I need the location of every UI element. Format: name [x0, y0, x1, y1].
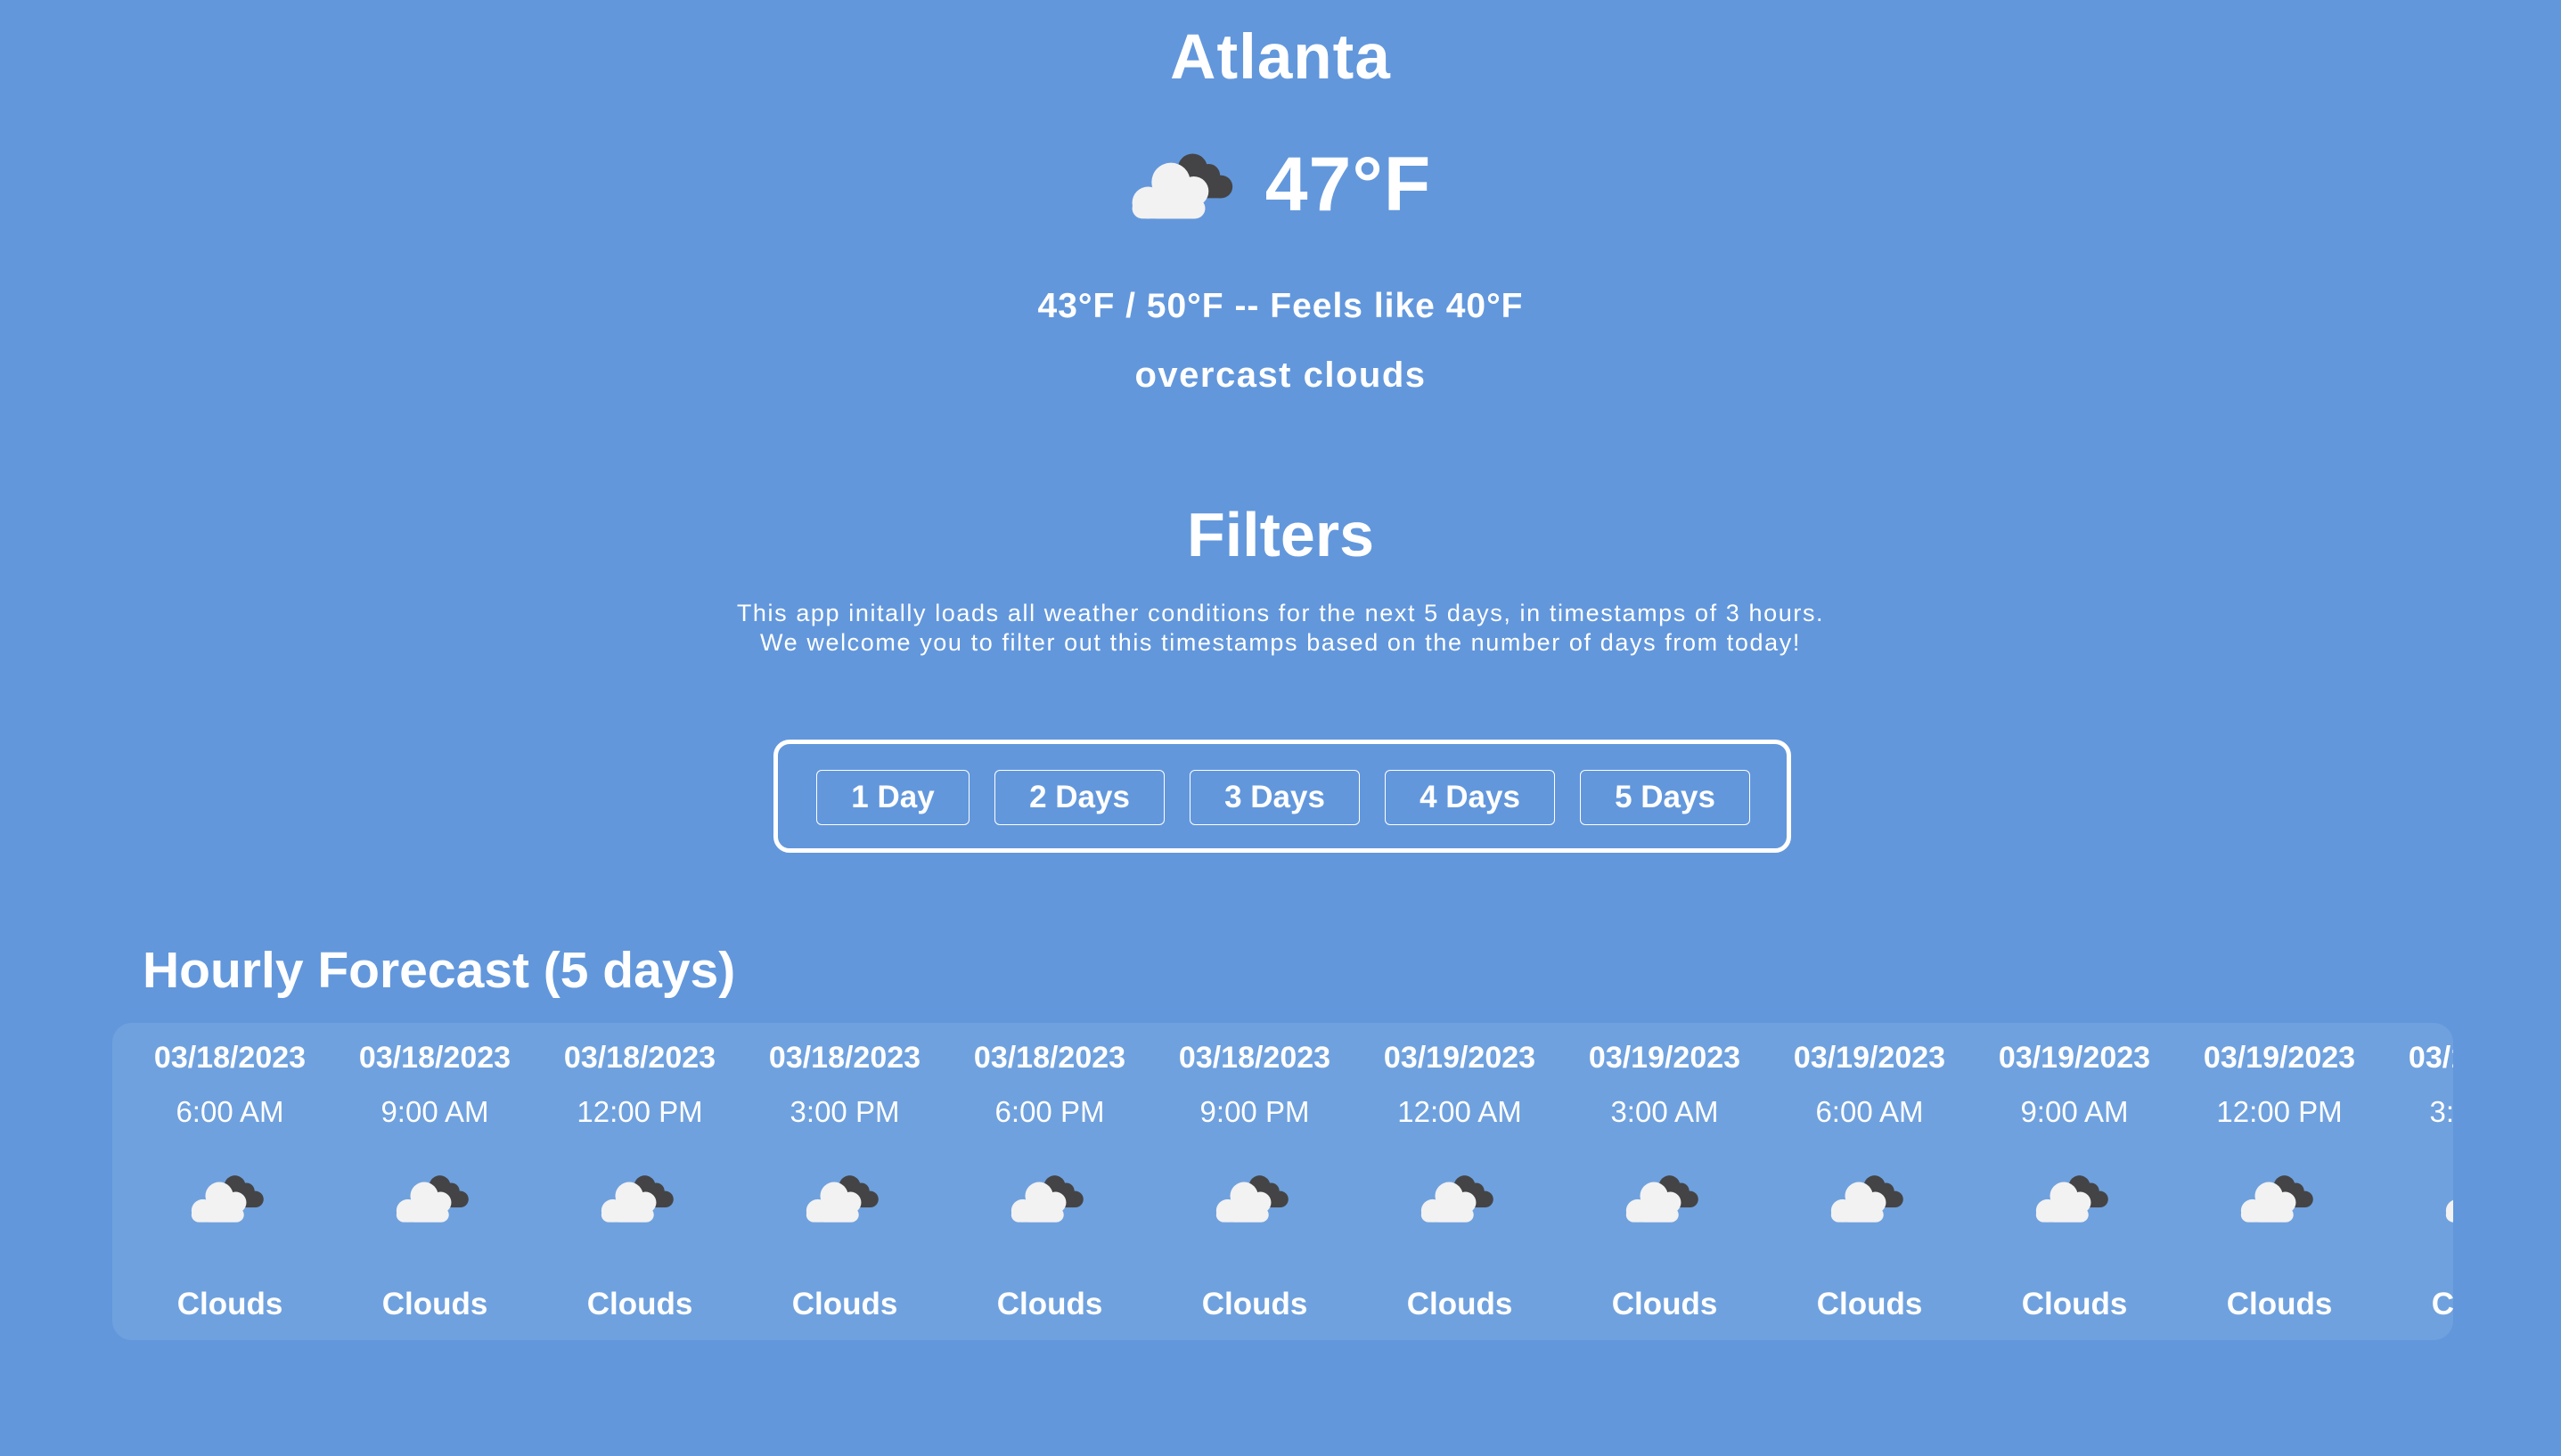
hourly-forecast-scroller[interactable]: 03/18/2023 6:00 AM Clouds 03/18/2023 9:0…: [112, 1023, 2453, 1340]
filter-3-days-button[interactable]: 3 Days: [1190, 770, 1360, 825]
forecast-condition: Clouds: [586, 1287, 693, 1321]
filter-5-days-button[interactable]: 5 Days: [1580, 770, 1750, 825]
forecast-time: 9:00 AM: [380, 1095, 489, 1128]
forecast-date: 03/18/2023: [768, 1041, 921, 1075]
forecast-date: 03/19/2023: [2408, 1041, 2453, 1075]
filter-4-days-button[interactable]: 4 Days: [1385, 770, 1555, 825]
forecast-card: 03/19/2023 12:00 PM Clouds: [2177, 1023, 2382, 1340]
filters-description: This app initally loads all weather cond…: [736, 600, 1825, 656]
overcast-clouds-icon: [601, 1175, 674, 1223]
overcast-clouds-icon: [1625, 1175, 1698, 1223]
forecast-condition: Clouds: [176, 1287, 283, 1321]
forecast-card: 03/19/2023 9:00 AM Clouds: [1972, 1023, 2177, 1340]
current-temperature: 47°F: [1264, 142, 1432, 227]
forecast-date: 03/19/2023: [1998, 1041, 2151, 1075]
forecast-condition: Clouds: [1816, 1287, 1923, 1321]
forecast-date: 03/18/2023: [973, 1041, 1126, 1075]
forecast-time: 3:00 PM: [2429, 1095, 2453, 1128]
forecast-card: 03/18/2023 9:00 PM Clouds: [1152, 1023, 1357, 1340]
overcast-clouds-icon: [2240, 1175, 2313, 1223]
filter-button-group: 1 Day 2 Days 3 Days 4 Days 5 Days: [773, 740, 1791, 853]
current-weather: 47°F: [0, 143, 2561, 226]
weather-description: overcast clouds: [1134, 356, 1427, 395]
forecast-time: 9:00 PM: [1199, 1095, 1310, 1128]
overcast-clouds-icon: [1132, 153, 1232, 219]
forecast-condition: Clouds: [1611, 1287, 1718, 1321]
filter-1-day-button[interactable]: 1 Day: [816, 770, 970, 825]
forecast-time: 12:00 PM: [2216, 1095, 2343, 1128]
forecast-condition: Clouds: [1406, 1287, 1513, 1321]
forecast-date: 03/18/2023: [358, 1041, 511, 1075]
forecast-card: 03/18/2023 9:00 AM Clouds: [332, 1023, 537, 1340]
forecast-card: 03/18/2023 12:00 PM Clouds: [537, 1023, 742, 1340]
forecast-condition: Clouds: [1201, 1287, 1308, 1321]
overcast-clouds-icon: [2035, 1175, 2108, 1223]
overcast-clouds-icon: [1830, 1175, 1903, 1223]
hourly-forecast-list: 03/18/2023 6:00 AM Clouds 03/18/2023 9:0…: [127, 1023, 2453, 1340]
forecast-condition: Clouds: [2021, 1287, 2128, 1321]
forecast-card: 03/18/2023 3:00 PM Clouds: [742, 1023, 947, 1340]
forecast-card: 03/19/2023 3:00 AM Clouds: [1562, 1023, 1767, 1340]
forecast-date: 03/19/2023: [1588, 1041, 1741, 1075]
forecast-time: 12:00 PM: [577, 1095, 703, 1128]
forecast-condition: Clouds: [791, 1287, 898, 1321]
forecast-date: 03/18/2023: [153, 1041, 307, 1075]
forecast-condition: Clouds: [2226, 1287, 2333, 1321]
forecast-time: 3:00 AM: [1610, 1095, 1719, 1128]
overcast-clouds-icon: [1215, 1175, 1289, 1223]
forecast-date: 03/19/2023: [1383, 1041, 1536, 1075]
forecast-date: 03/18/2023: [563, 1041, 716, 1075]
forecast-time: 9:00 AM: [2020, 1095, 2129, 1128]
filters-title: Filters: [1186, 500, 1375, 569]
forecast-time: 6:00 PM: [994, 1095, 1105, 1128]
overcast-clouds-icon: [1010, 1175, 1084, 1223]
forecast-date: 03/19/2023: [1793, 1041, 1946, 1075]
city-name: Atlanta: [1170, 22, 1391, 93]
filter-2-days-button[interactable]: 2 Days: [994, 770, 1165, 825]
forecast-time: 6:00 AM: [176, 1095, 284, 1128]
forecast-time: 3:00 PM: [790, 1095, 900, 1128]
hourly-forecast-title: Hourly Forecast (5 days): [143, 942, 736, 999]
forecast-card: 03/19/2023 6:00 AM Clouds: [1767, 1023, 1972, 1340]
overcast-clouds-icon: [806, 1175, 879, 1223]
forecast-card: 03/19/2023 3:00 PM Clouds: [2382, 1023, 2453, 1340]
forecast-time: 6:00 AM: [1815, 1095, 1924, 1128]
forecast-date: 03/19/2023: [2203, 1041, 2356, 1075]
forecast-card: 03/19/2023 12:00 AM Clouds: [1357, 1023, 1562, 1340]
forecast-condition: Clouds: [2431, 1287, 2453, 1321]
temperature-summary: 43°F / 50°F -- Feels like 40°F: [1037, 287, 1524, 325]
forecast-card: 03/18/2023 6:00 AM Clouds: [127, 1023, 332, 1340]
overcast-clouds-icon: [396, 1175, 469, 1223]
overcast-clouds-icon: [2445, 1199, 2453, 1223]
overcast-clouds-icon: [1420, 1175, 1493, 1223]
overcast-clouds-icon: [191, 1175, 264, 1223]
forecast-date: 03/18/2023: [1178, 1041, 1331, 1075]
forecast-condition: Clouds: [381, 1287, 488, 1321]
forecast-time: 12:00 AM: [1397, 1095, 1522, 1128]
forecast-card: 03/18/2023 6:00 PM Clouds: [947, 1023, 1152, 1340]
forecast-condition: Clouds: [996, 1287, 1103, 1321]
